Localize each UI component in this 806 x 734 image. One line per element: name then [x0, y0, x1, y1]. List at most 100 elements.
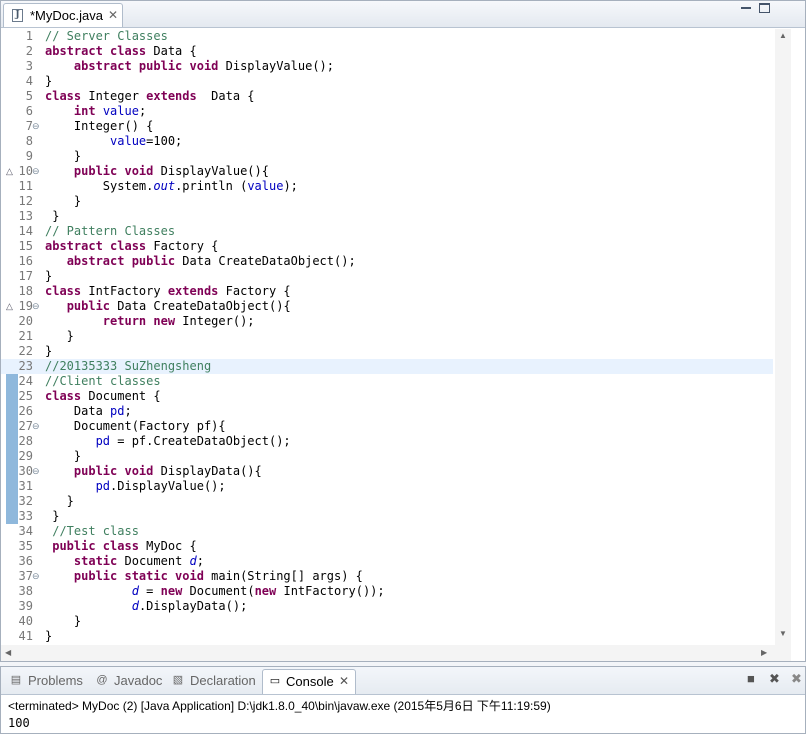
maximize-icon[interactable] — [759, 3, 770, 13]
terminate-icon[interactable]: ■ — [747, 672, 755, 686]
tab-console[interactable]: ▭ Console ✕ — [262, 669, 356, 694]
scroll-left-icon[interactable]: ◀ — [5, 648, 11, 657]
console-output[interactable]: 100 — [8, 716, 30, 730]
line-number: 34 — [18, 524, 33, 538]
code-line[interactable]: 40 } — [1, 614, 773, 629]
code-line[interactable]: 23 //20135333 SuZhengsheng — [1, 359, 773, 374]
remove-launch-icon[interactable]: ✖ — [769, 672, 780, 686]
line-number: 31 — [18, 479, 33, 493]
remove-all-icon[interactable]: ✖ — [791, 672, 802, 686]
line-number: 26 — [18, 404, 33, 418]
line-number: 17 — [18, 269, 33, 283]
line-number: 8 — [25, 134, 33, 148]
code-line[interactable]: 3 abstract public void DisplayValue(); — [1, 59, 773, 74]
code-line[interactable]: 32 } — [1, 494, 773, 509]
code-line[interactable]: 5 class Integer extends Data { — [1, 89, 773, 104]
code-text: value=100; — [110, 134, 183, 148]
code-line[interactable]: 2 abstract class Data { — [1, 44, 773, 59]
code-line[interactable]: 33 } — [1, 509, 773, 524]
code-line[interactable]: 15 abstract class Factory { — [1, 239, 773, 254]
code-line[interactable]: 10 △ ⊖ public void DisplayValue(){ — [1, 164, 773, 179]
code-text: abstract public Data CreateDataObject(); — [66, 254, 356, 268]
code-text: } — [45, 209, 60, 223]
code-line[interactable]: 7 ⊖ Integer() { — [1, 119, 773, 134]
line-number: 4 — [25, 74, 33, 88]
code-line[interactable]: 36 static Document d; — [1, 554, 773, 569]
code-line[interactable]: 22} — [1, 344, 773, 359]
override-marker-icon: △ — [6, 166, 13, 176]
code-line[interactable]: 26 Data pd; — [1, 404, 773, 419]
code-text: //20135333 SuZhengsheng — [45, 359, 212, 373]
minimize-icon[interactable] — [741, 7, 751, 9]
code-line[interactable]: 1 // Server Classes — [1, 29, 773, 44]
line-number: 16 — [18, 254, 33, 268]
code-text: } — [45, 509, 60, 523]
code-text: int value; — [73, 104, 147, 118]
line-number: 6 — [25, 104, 33, 118]
tab-javadoc[interactable]: @ Javadoc — [96, 671, 166, 693]
line-number: 9 — [25, 149, 33, 163]
code-line[interactable]: 16 abstract public Data CreateDataObject… — [1, 254, 773, 269]
fold-toggle-icon[interactable]: ⊖ — [32, 120, 40, 132]
code-line[interactable]: 17} — [1, 269, 773, 284]
line-number: 29 — [18, 449, 33, 463]
tab-declaration[interactable]: ▧ Declaration — [172, 671, 260, 693]
code-line[interactable]: 18 class IntFactory extends Factory { — [1, 284, 773, 299]
line-number: 5 — [25, 89, 33, 103]
code-line[interactable]: 38 d = new Document(new IntFactory()); — [1, 584, 773, 599]
code-line[interactable]: 35 public class MyDoc { — [1, 539, 773, 554]
javadoc-icon: @ — [96, 674, 108, 686]
code-line[interactable]: 24 //Client classes — [1, 374, 773, 389]
code-line[interactable]: 20 return new Integer(); — [1, 314, 773, 329]
code-text: //Test class — [52, 524, 139, 538]
fold-toggle-icon[interactable]: ⊖ — [32, 420, 40, 432]
problems-icon: ▤ — [10, 674, 22, 686]
code-line[interactable]: 37 ⊖ public static void main(String[] arg… — [1, 569, 773, 584]
code-text: Data pd; — [45, 404, 132, 418]
line-number: 35 — [18, 539, 33, 553]
code-line[interactable]: 28 pd = pf.CreateDataObject(); — [1, 434, 773, 449]
scroll-down-icon[interactable]: ▼ — [779, 629, 787, 638]
editor-tab-bar: J *MyDoc.java ✕ — [1, 1, 805, 28]
code-line[interactable]: 41} — [1, 629, 773, 644]
scroll-right-icon[interactable]: ▶ — [761, 648, 767, 657]
tab-problems[interactable]: ▤ Problems — [10, 671, 90, 693]
horizontal-scrollbar[interactable]: ◀ ▶ — [1, 645, 791, 661]
line-number: 24 — [18, 374, 33, 388]
code-line[interactable]: 34 //Test class — [1, 524, 773, 539]
code-text: pd.DisplayValue(); — [95, 479, 226, 493]
code-line[interactable]: 19 △ ⊖ public Data CreateDataObject(){ — [1, 299, 773, 314]
code-line[interactable]: 13 } — [1, 209, 773, 224]
line-number: 12 — [18, 194, 33, 208]
code-line[interactable]: 14 // Pattern Classes — [1, 224, 773, 239]
code-line[interactable]: 8 value=100; — [1, 134, 773, 149]
fold-toggle-icon[interactable]: ⊖ — [32, 570, 40, 582]
editor-tab-mydoc[interactable]: J *MyDoc.java ✕ — [3, 3, 123, 27]
code-line[interactable]: 31 pd.DisplayValue(); — [1, 479, 773, 494]
code-line[interactable]: 4} — [1, 74, 773, 89]
line-number: 20 — [18, 314, 33, 328]
code-line[interactable]: 9 } — [1, 149, 773, 164]
fold-toggle-icon[interactable]: ⊖ — [32, 300, 40, 312]
code-line[interactable]: 11 System.out.println (value); — [1, 179, 773, 194]
code-text: } — [45, 614, 82, 628]
close-icon[interactable]: ✕ — [108, 8, 118, 22]
line-number: 38 — [18, 584, 33, 598]
code-line[interactable]: 29 } — [1, 449, 773, 464]
java-file-icon: J — [12, 9, 23, 22]
line-number: 21 — [18, 329, 33, 343]
fold-toggle-icon[interactable]: ⊖ — [32, 465, 40, 477]
code-line[interactable]: 30 ⊖ public void DisplayData(){ — [1, 464, 773, 479]
vertical-scrollbar[interactable]: ▲ ▼ — [775, 29, 791, 645]
code-line[interactable]: 25 class Document { — [1, 389, 773, 404]
code-line[interactable]: 39 d.DisplayData(); — [1, 599, 773, 614]
code-line[interactable]: 12 } — [1, 194, 773, 209]
editor-tab-label: *MyDoc.java — [30, 8, 103, 23]
code-line[interactable]: 27 ⊖ Document(Factory pf){ — [1, 419, 773, 434]
code-line[interactable]: 21 } — [1, 329, 773, 344]
code-line[interactable]: 6 int value; — [1, 104, 773, 119]
fold-toggle-icon[interactable]: ⊖ — [32, 165, 40, 177]
scroll-up-icon[interactable]: ▲ — [779, 31, 787, 40]
close-icon[interactable]: ✕ — [339, 674, 349, 688]
code-text: return new Integer(); — [102, 314, 255, 328]
